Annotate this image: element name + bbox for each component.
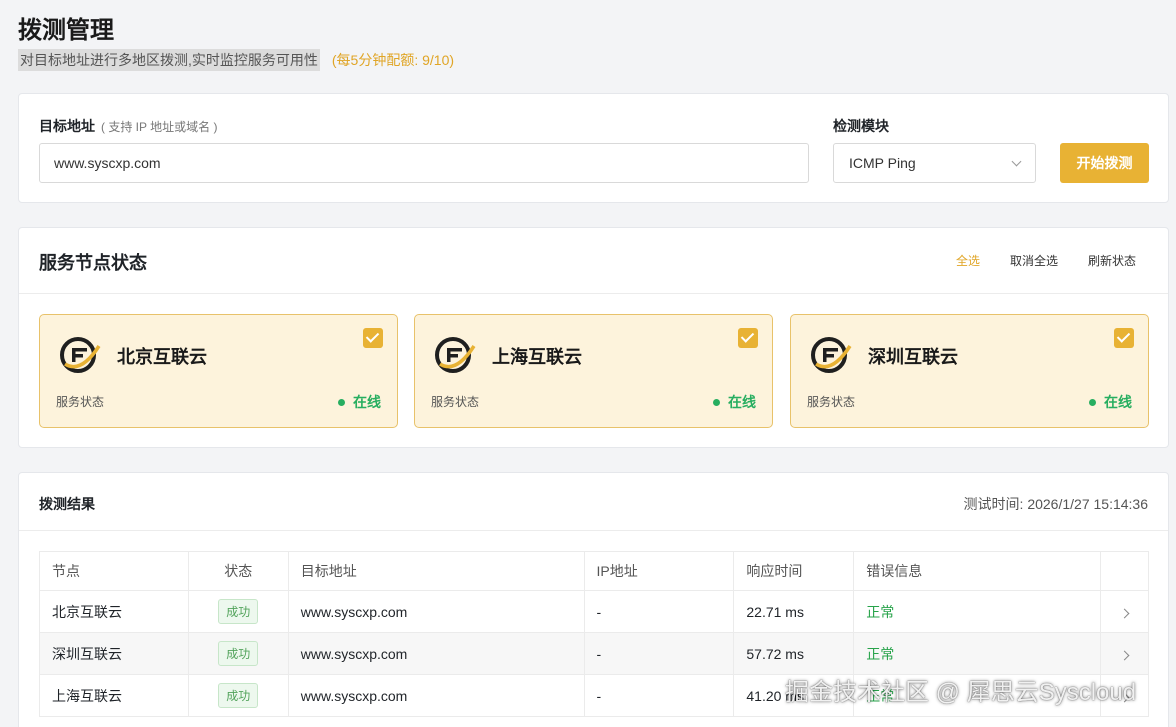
cell-target: www.syscxp.com: [287, 674, 585, 717]
syscloud-logo-icon: [811, 337, 852, 373]
node-status-label: 服务状态: [431, 395, 480, 409]
node-card-beijing[interactable]: 北京互联云 服务状态 在线: [39, 314, 398, 428]
module-select[interactable]: ICMP Ping: [833, 143, 1036, 183]
chevron-down-icon: [1011, 156, 1022, 166]
node-actions: 全选 取消全选 刷新状态: [956, 252, 1136, 269]
results-title: 拨测结果: [39, 496, 95, 512]
cell-node: 北京互联云: [39, 590, 189, 633]
module-select-value: ICMP Ping: [849, 155, 916, 171]
refresh-status-button[interactable]: 刷新状态: [1088, 252, 1136, 269]
test-time: 测试时间: 2026/1/27 15:14:36: [963, 496, 1148, 512]
select-all-button[interactable]: 全选: [956, 252, 980, 269]
target-input[interactable]: [39, 143, 809, 183]
cell-node: 上海互联云: [39, 674, 189, 717]
chevron-right-icon: [1119, 650, 1130, 660]
chevron-right-icon: [1119, 608, 1130, 618]
col-status: 状态: [187, 551, 289, 591]
table-row[interactable]: 北京互联云 成功 www.syscxp.com - 22.71 ms 正常: [39, 590, 1150, 633]
col-ip: IP地址: [583, 551, 735, 591]
cell-status: 成功: [187, 632, 289, 675]
node-status: 在线: [1089, 392, 1132, 412]
table-row[interactable]: 深圳互联云 成功 www.syscxp.com - 57.72 ms 正常: [39, 632, 1150, 675]
node-status-card: 服务节点状态 全选 取消全选 刷新状态 北京互联云 服务状态 在线 上海互联云: [18, 227, 1169, 448]
cell-error: 正常: [853, 590, 1101, 633]
row-expand[interactable]: [1099, 632, 1150, 675]
subtitle-row: 对目标地址进行多地区拨测,实时监控服务可用性 (每5分钟配额: 9/10): [18, 49, 454, 71]
node-name: 深圳互联云: [868, 347, 958, 367]
target-label: 目标地址 ( 支持 IP 地址或域名 ): [39, 116, 217, 136]
node-checkbox[interactable]: [738, 328, 758, 348]
cell-target: www.syscxp.com: [287, 590, 585, 633]
node-name: 上海互联云: [492, 347, 582, 367]
deselect-all-button[interactable]: 取消全选: [1010, 252, 1058, 269]
status-badge: 成功: [218, 641, 259, 666]
online-dot-icon: [713, 398, 720, 406]
col-target: 目标地址: [287, 551, 585, 591]
col-expand: [1099, 551, 1150, 591]
col-node: 节点: [39, 551, 189, 591]
page-title: 拨测管理: [18, 17, 114, 44]
col-error: 错误信息: [853, 551, 1101, 591]
cell-response-time: 22.71 ms: [733, 590, 855, 633]
status-badge: 成功: [218, 599, 259, 624]
node-status-label: 服务状态: [807, 395, 856, 409]
node-status-text: 在线: [1104, 394, 1132, 410]
online-dot-icon: [338, 398, 345, 406]
node-status-title: 服务节点状态: [39, 253, 147, 273]
node-status: 在线: [713, 392, 756, 412]
syscloud-logo-icon: [435, 337, 476, 373]
node-status-text: 在线: [353, 394, 381, 410]
online-dot-icon: [1089, 398, 1096, 406]
row-expand[interactable]: [1099, 590, 1150, 633]
status-badge: 成功: [218, 683, 259, 708]
syscloud-logo-icon: [60, 337, 101, 373]
probe-form-card: 目标地址 ( 支持 IP 地址或域名 ) 检测模块 ICMP Ping 开始拨测: [18, 93, 1169, 203]
cell-error: 正常: [853, 632, 1101, 675]
cell-ip: -: [583, 590, 735, 633]
node-checkbox[interactable]: [1114, 328, 1134, 348]
cell-response-time: 57.72 ms: [733, 632, 855, 675]
node-checkbox[interactable]: [363, 328, 383, 348]
table-header-row: 节点 状态 目标地址 IP地址 响应时间 错误信息: [39, 551, 1150, 591]
cell-status: 成功: [187, 674, 289, 717]
start-probe-button[interactable]: 开始拨测: [1060, 143, 1149, 183]
col-response-time: 响应时间: [733, 551, 855, 591]
quota-text: (每5分钟配额: 9/10): [331, 52, 455, 68]
cell-target: www.syscxp.com: [287, 632, 585, 675]
node-status-label: 服务状态: [56, 395, 105, 409]
page-subtitle: 对目标地址进行多地区拨测,实时监控服务可用性: [18, 49, 320, 71]
node-status-header: 服务节点状态 全选 取消全选 刷新状态: [19, 228, 1168, 294]
cell-node: 深圳互联云: [39, 632, 189, 675]
watermark: 掘金技术社区 @ 犀思云Syscloud: [785, 679, 1137, 706]
cell-status: 成功: [187, 590, 289, 633]
cell-ip: -: [583, 674, 735, 717]
target-hint: ( 支持 IP 地址或域名 ): [101, 120, 218, 134]
node-status: 在线: [338, 392, 381, 412]
module-label: 检测模块: [833, 118, 889, 134]
results-header: 拨测结果 测试时间: 2026/1/27 15:14:36: [19, 473, 1168, 531]
node-status-text: 在线: [728, 394, 756, 410]
cell-ip: -: [583, 632, 735, 675]
node-card-shenzhen[interactable]: 深圳互联云 服务状态 在线: [790, 314, 1149, 428]
node-card-shanghai[interactable]: 上海互联云 服务状态 在线: [414, 314, 773, 428]
target-label-text: 目标地址: [39, 118, 95, 134]
node-name: 北京互联云: [117, 347, 207, 367]
